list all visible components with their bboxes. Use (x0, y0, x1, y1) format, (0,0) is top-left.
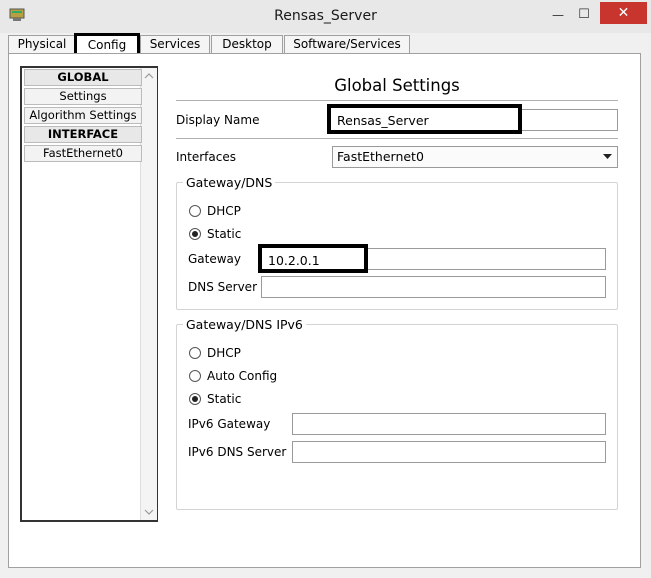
ipv6-auto-config-radio[interactable] (189, 370, 201, 382)
gateway-static-label: Static (207, 227, 242, 241)
sidebar-item-settings[interactable]: Settings (24, 88, 142, 105)
ipv6-gateway-input[interactable] (292, 413, 606, 435)
tab-services[interactable]: Services (140, 35, 210, 53)
maximize-icon: ☐ (578, 7, 590, 22)
chevron-down-icon (603, 154, 612, 159)
dns-server-label: DNS Server (188, 280, 257, 294)
interfaces-select-value: FastEthernet0 (337, 149, 424, 164)
gateway-static-radio[interactable] (189, 228, 201, 240)
scroll-down-icon[interactable] (144, 508, 154, 516)
ipv6-dns-server-input[interactable] (292, 441, 606, 463)
close-icon: ✕ (617, 5, 630, 21)
maximize-button[interactable]: ☐ (571, 6, 597, 24)
display-name-input[interactable]: Rensas_Server (327, 104, 522, 134)
ipv6-static-label: Static (207, 392, 242, 406)
tab-physical[interactable]: Physical (8, 35, 76, 53)
interfaces-select[interactable]: FastEthernet0 (332, 146, 618, 168)
gateway-dhcp-radio[interactable] (189, 205, 201, 217)
gateway-input[interactable]: 10.2.0.1 (258, 244, 368, 273)
interfaces-label: Interfaces (176, 150, 236, 164)
sidebar-item-algorithm-settings[interactable]: Algorithm Settings (24, 107, 142, 124)
page-title: Global Settings (334, 76, 460, 95)
ipv6-dhcp-radio[interactable] (189, 347, 201, 359)
sidebar-scrollbar[interactable] (140, 68, 157, 520)
ipv6-dhcp-label: DHCP (207, 346, 241, 360)
sidebar-item-interface: INTERFACE (24, 126, 142, 143)
close-button[interactable]: ✕ (600, 2, 647, 24)
tab-software-services[interactable]: Software/Services (284, 35, 410, 53)
sidebar-item-fastethernet0[interactable]: FastEthernet0 (24, 145, 142, 162)
gateway-dns-ipv6-group-title: Gateway/DNS IPv6 (183, 317, 306, 332)
ipv6-static-radio[interactable] (189, 393, 201, 405)
tab-desktop[interactable]: Desktop (211, 35, 283, 53)
display-name-divider (176, 138, 618, 139)
dns-server-input[interactable] (261, 276, 606, 298)
minimize-icon: — (552, 8, 564, 22)
heading-divider (176, 100, 618, 101)
gateway-dns-group-title: Gateway/DNS (183, 175, 276, 190)
sidebar-item-global: GLOBAL (24, 69, 142, 86)
display-name-label: Display Name (176, 113, 260, 127)
scroll-up-icon[interactable] (144, 72, 154, 80)
ipv6-auto-config-label: Auto Config (207, 369, 278, 383)
gateway-label: Gateway (188, 252, 242, 266)
ipv6-gateway-label: IPv6 Gateway (188, 417, 271, 431)
ipv6-dns-server-label: IPv6 DNS Server (188, 445, 287, 459)
minimize-button[interactable]: — (545, 6, 571, 24)
gateway-dhcp-label: DHCP (207, 204, 241, 218)
